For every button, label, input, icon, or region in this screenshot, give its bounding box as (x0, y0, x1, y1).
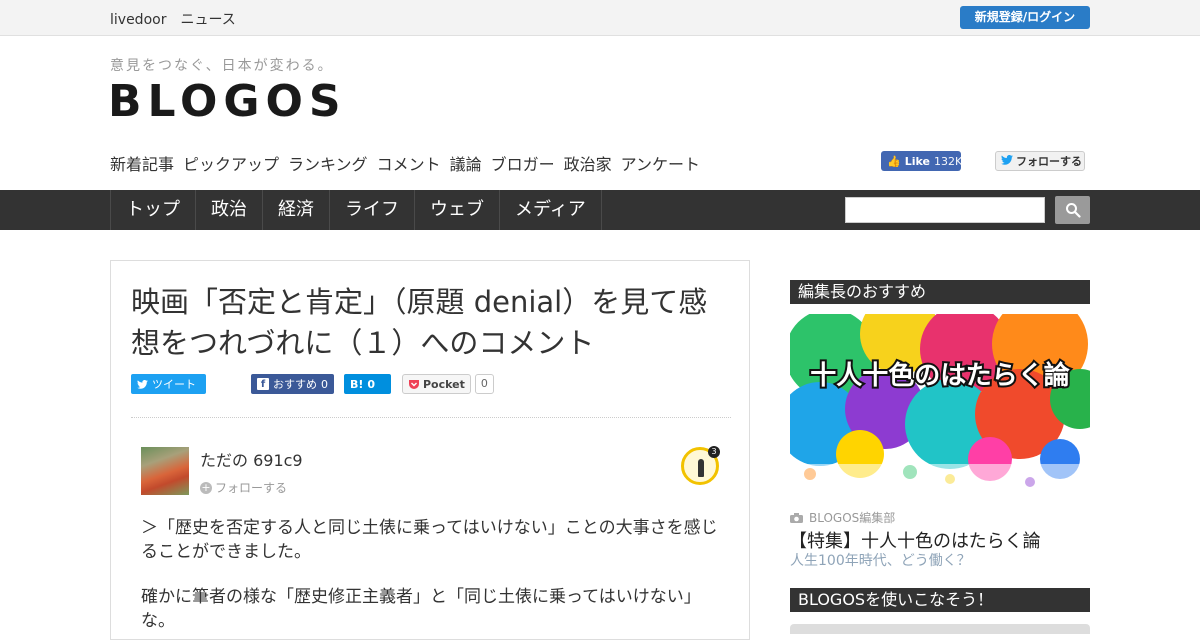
pocket-icon (409, 379, 419, 389)
blogos-logo[interactable]: BLOGOS (108, 76, 347, 127)
person-icon (698, 459, 704, 477)
feature-source: BLOGOS編集部 (790, 509, 895, 526)
subnav-blogger[interactable]: ブロガー (491, 151, 555, 175)
sub-navigation: 新着記事 ピックアップ ランキング コメント 議論 ブロガー 政治家 アンケート (110, 151, 700, 175)
subnav-latest[interactable]: 新着記事 (110, 151, 174, 175)
comment-paragraph: ＞「歴史を否定する人と同じ土俵に乗ってはいけない」ことの大事さを感じることができ… (141, 518, 718, 562)
thumbs-up-icon: 👍 (887, 154, 901, 168)
follow-label: フォローする (215, 481, 288, 495)
editor-picks-heading: 編集長のおすすめ (790, 280, 1090, 304)
fb-like-count: 132K (933, 154, 963, 168)
badge-count: 3 (708, 446, 720, 458)
tagline: 意見をつなぐ、日本が変わる。 (110, 58, 334, 74)
hatena-count: 0 (367, 377, 376, 391)
pocket-count: 0 (474, 374, 494, 394)
twitter-follow-label: フォローする (1016, 155, 1082, 168)
camera-icon (790, 512, 803, 523)
fb-recommend-label: おすすめ (273, 378, 317, 391)
subnav-politician[interactable]: 政治家 (564, 151, 612, 175)
twitter-follow-button[interactable]: フォローする (995, 151, 1085, 171)
subnav-comment[interactable]: コメント (377, 151, 441, 175)
facebook-icon: f (257, 378, 269, 390)
subnav-survey[interactable]: アンケート (621, 151, 700, 175)
pocket-button[interactable]: Pocket 0 (402, 373, 494, 395)
nav-web[interactable]: ウェブ (415, 190, 500, 230)
fb-recommend-count: 0 (321, 377, 328, 391)
subnav-ranking[interactable]: ランキング (288, 151, 368, 175)
pocket-label: Pocket (423, 377, 465, 391)
tweet-button[interactable]: ツイート (131, 374, 206, 394)
tweet-label: ツイート (152, 378, 196, 391)
twitter-bird-icon (137, 379, 148, 389)
subnav-debate[interactable]: 議論 (450, 151, 482, 175)
twitter-bird-icon (1001, 154, 1013, 168)
how-to-use-heading: BLOGOSを使いこなそう！ (790, 588, 1090, 612)
nav-politics[interactable]: 政治 (196, 190, 263, 230)
feature-source-label: BLOGOS編集部 (809, 511, 896, 525)
user-rank-badge: 3 (681, 446, 720, 485)
article-card: 映画「否定と肯定」（原題 denial）を見て感想をつれづれに（１）へのコメント… (110, 260, 750, 640)
pocket-save[interactable]: Pocket (402, 374, 471, 394)
plus-icon: + (200, 480, 212, 494)
search-button[interactable] (1055, 196, 1090, 224)
divider (131, 417, 731, 418)
feature-image[interactable]: 十人十色のはたらく論 (790, 314, 1090, 489)
sidebar: 編集長のおすすめ (790, 280, 1090, 304)
top-bar: livedoor ニュース 新規登録/ログイン (0, 0, 1200, 36)
hatena-icon: B! (350, 377, 364, 391)
signup-login-button[interactable]: 新規登録/ログイン (960, 6, 1090, 29)
article-title: 映画「否定と肯定」（原題 denial）を見て感想をつれづれに（１）へのコメント (131, 285, 708, 360)
nav-life[interactable]: ライフ (330, 190, 415, 230)
avatar[interactable] (141, 447, 189, 495)
nav-top[interactable]: トップ (111, 190, 196, 230)
fb-like-label: Like (904, 154, 930, 168)
nav-economy[interactable]: 経済 (263, 190, 330, 230)
comment-paragraph: 確かに筆者の様な「歴史修正主義者」と「同じ土俵に乗ってはいけない」な。 (141, 587, 701, 631)
livedoor-news-link[interactable]: livedoor ニュース (110, 9, 236, 29)
search-icon (1065, 203, 1081, 218)
follow-user-button[interactable]: + フォローする (200, 479, 287, 496)
comment-username[interactable]: ただの 691c9 (200, 447, 303, 471)
feature-image-text: 十人十色のはたらく論 (810, 360, 1070, 391)
hatena-bookmark-button[interactable]: B! 0 (344, 374, 391, 394)
subnav-pickup[interactable]: ピックアップ (183, 151, 279, 175)
nav-media[interactable]: メディア (500, 190, 602, 230)
facebook-recommend-button[interactable]: f おすすめ 0 (251, 374, 334, 394)
how-to-use-box (790, 624, 1090, 634)
search-input[interactable] (845, 197, 1045, 223)
facebook-like-button[interactable]: 👍 Like 132K (881, 151, 963, 171)
feature-subtitle: 人生100年時代、どう働く？ (790, 553, 971, 569)
